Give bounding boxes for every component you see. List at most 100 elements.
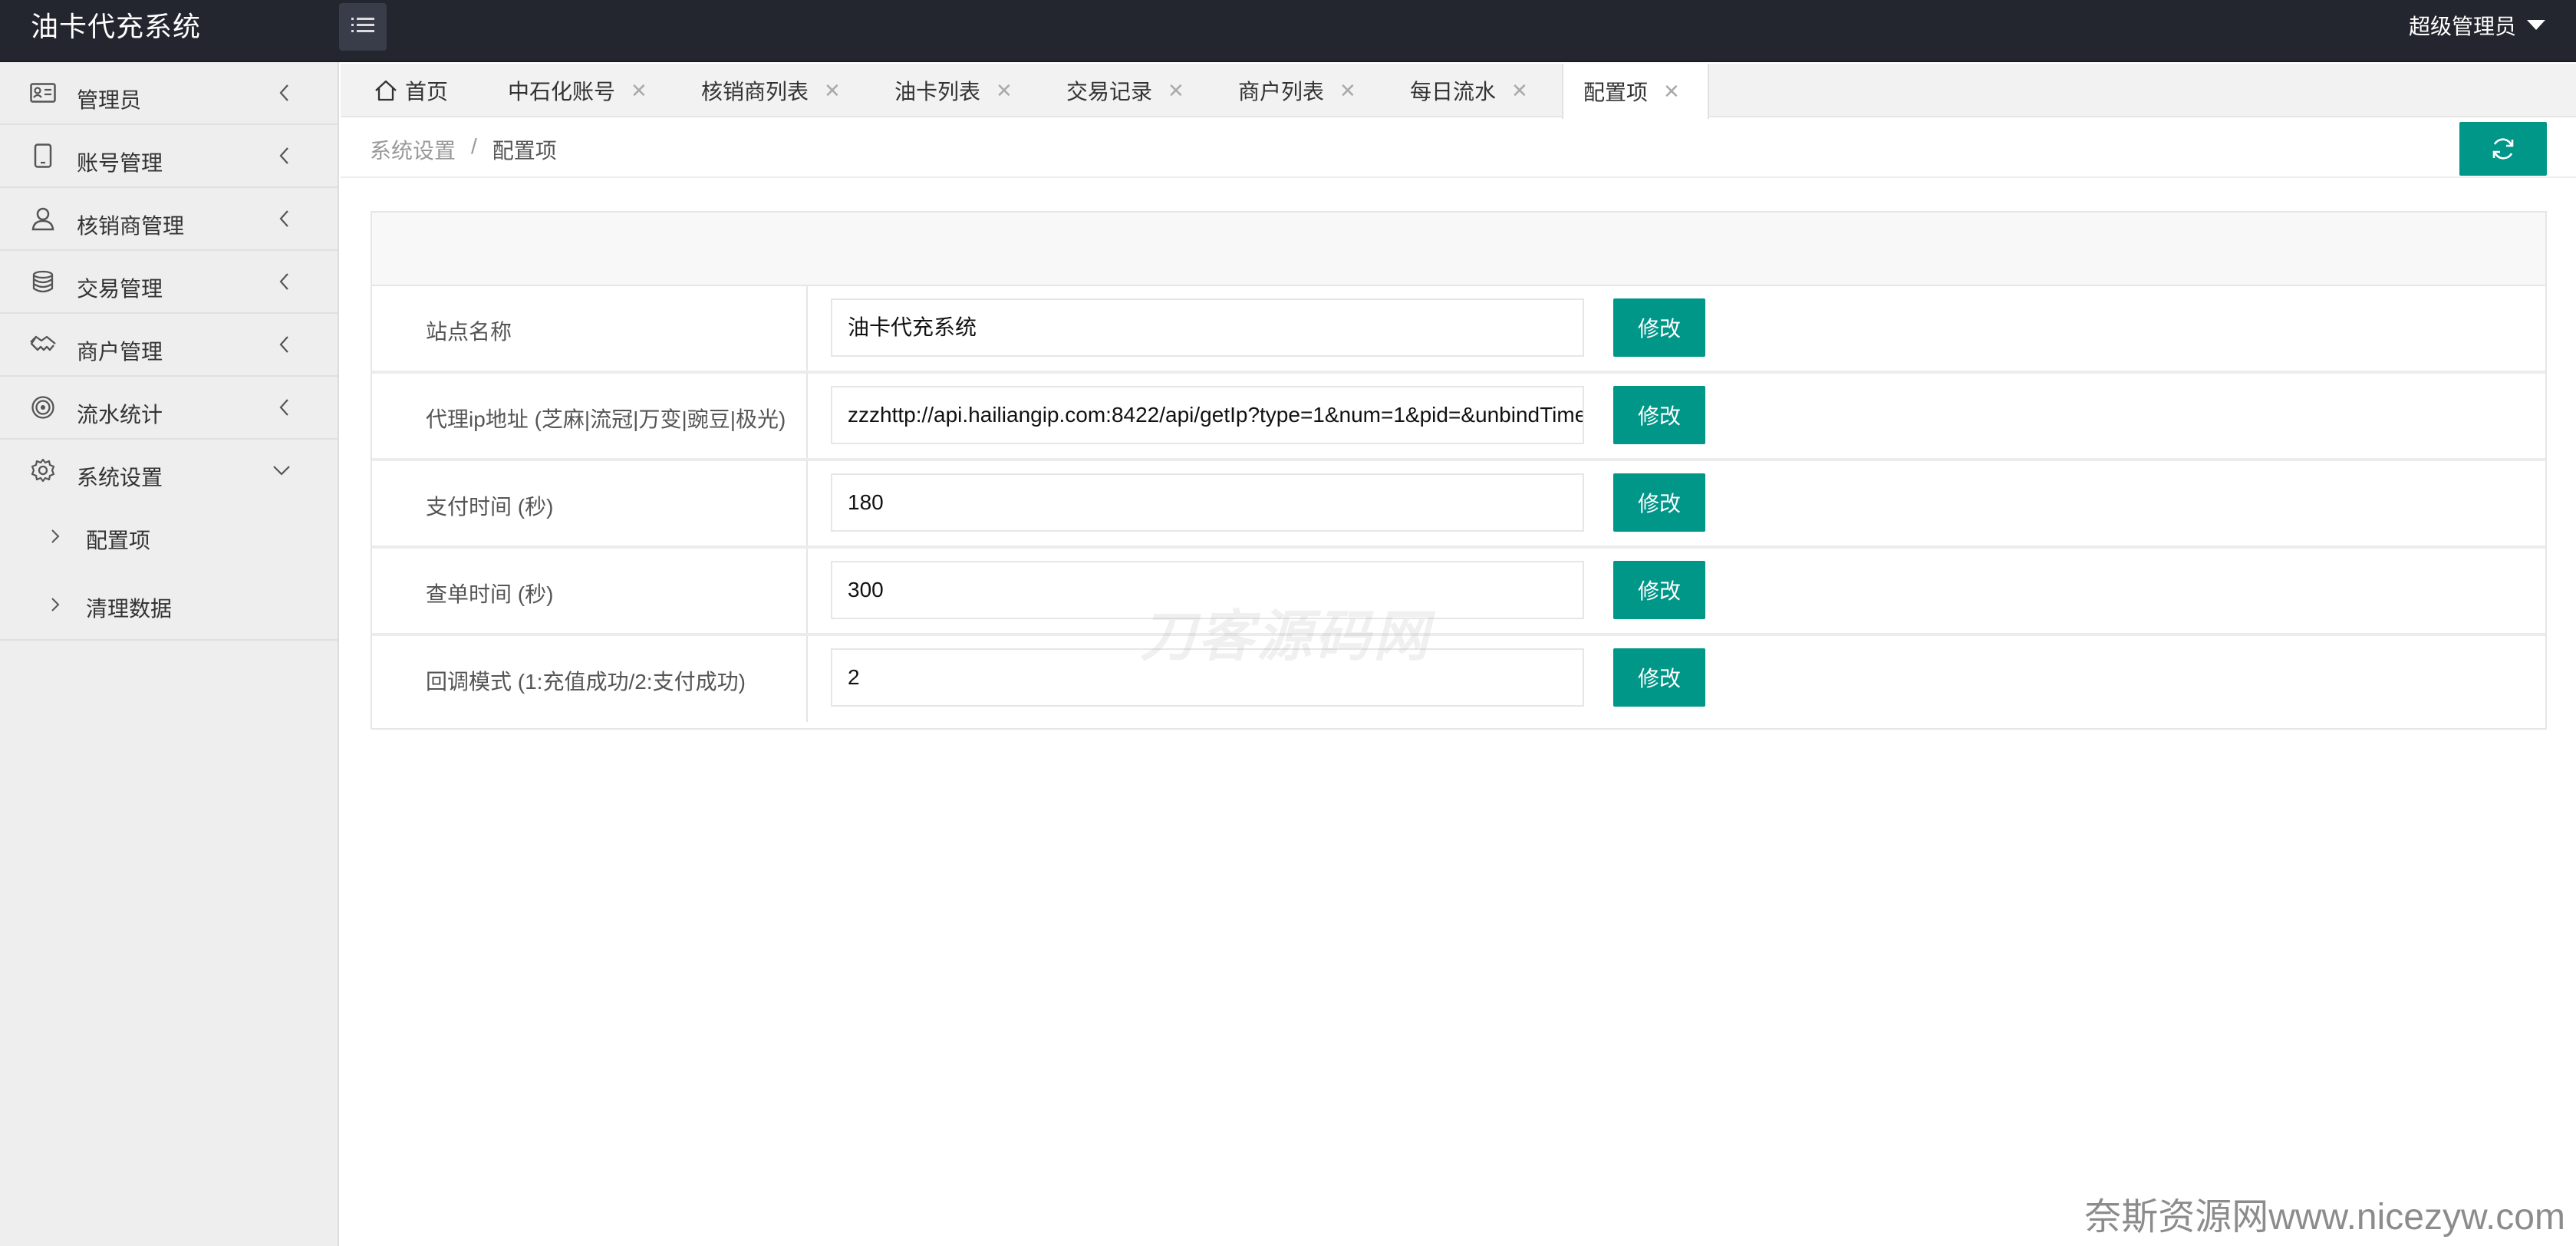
tab-label: 交易记录	[1066, 80, 1153, 104]
sidebar-item-accounts[interactable]: 账号管理	[0, 125, 338, 188]
edit-button[interactable]: 修改	[1613, 648, 1705, 707]
close-icon[interactable]: ✕	[996, 79, 1013, 103]
table-header	[372, 213, 2545, 286]
breadcrumb-separator: /	[471, 134, 477, 158]
chevron-left-icon	[275, 331, 293, 358]
sidebar-item-merchants[interactable]: 商户管理	[0, 314, 338, 377]
breadcrumb-parent[interactable]: 系统设置	[370, 134, 456, 165]
menu-toggle-button[interactable]	[339, 3, 387, 51]
label-cell: 代理ip地址 (芝麻|流冠|万变|豌豆|极光)	[372, 374, 808, 458]
edit-button[interactable]: 修改	[1613, 561, 1705, 619]
top-header: 油卡代充系统 超级管理员	[0, 0, 2576, 62]
sidebar-item-admin[interactable]: 管理员	[0, 62, 338, 125]
close-icon[interactable]: ✕	[631, 79, 647, 103]
watermark-center: 刀客源码网	[1140, 606, 1432, 668]
table-row: 查单时间 (秒) 300 修改	[372, 549, 2545, 636]
home-icon	[374, 80, 397, 101]
chevron-left-icon	[275, 79, 293, 107]
sidebar: 管理员 账号管理 核销商管理 交易管理 商户管理 流水统计 系统设置 配置项 清…	[0, 62, 339, 1246]
list-icon	[351, 16, 374, 38]
handshake-icon	[29, 331, 57, 358]
chevron-down-icon	[270, 457, 293, 484]
chevron-left-icon	[275, 394, 293, 421]
database-icon	[29, 268, 57, 295]
sidebar-subitem-clear-data[interactable]: 清理数据	[0, 571, 338, 639]
chevron-right-icon	[48, 592, 63, 617]
tab-label: 核销商列表	[701, 80, 809, 104]
pay-time-input[interactable]: 180	[831, 473, 1584, 532]
label-cell: 回调模式 (1:充值成功/2:支付成功)	[372, 636, 808, 722]
edit-button[interactable]: 修改	[1613, 386, 1705, 444]
sidebar-item-label: 商户管理	[77, 340, 163, 364]
edit-button[interactable]: 修改	[1613, 298, 1705, 357]
sidebar-item-label: 账号管理	[77, 151, 163, 175]
target-icon	[29, 394, 57, 421]
tab-verifier-list[interactable]: 核销商列表 ✕	[701, 64, 841, 117]
close-icon[interactable]: ✕	[1663, 80, 1680, 104]
table-row: 支付时间 (秒) 180 修改	[372, 461, 2545, 549]
app-title: 油卡代充系统	[31, 11, 202, 42]
sidebar-item-label: 系统设置	[77, 466, 163, 490]
tab-transaction-records[interactable]: 交易记录 ✕	[1066, 64, 1184, 117]
tab-label: 配置项	[1583, 81, 1649, 104]
tab-label: 商户列表	[1238, 80, 1325, 104]
close-icon[interactable]: ✕	[1511, 79, 1528, 103]
chevron-right-icon	[48, 524, 63, 549]
edit-button[interactable]: 修改	[1613, 473, 1705, 532]
chevron-left-icon	[275, 268, 293, 295]
sidebar-item-transactions[interactable]: 交易管理	[0, 251, 338, 314]
tab-label: 油卡列表	[894, 80, 981, 104]
row-label: 回调模式 (1:充值成功/2:支付成功)	[426, 670, 746, 694]
label-cell: 站点名称	[372, 286, 808, 371]
sidebar-item-label: 交易管理	[77, 277, 163, 301]
table-row: 站点名称 油卡代充系统 修改	[372, 286, 2545, 374]
tab-merchant-list[interactable]: 商户列表 ✕	[1238, 64, 1356, 117]
chevron-left-icon	[275, 142, 293, 170]
close-icon[interactable]: ✕	[824, 79, 841, 103]
table-row: 代理ip地址 (芝麻|流冠|万变|豌豆|极光) zzzhttp://api.ha…	[372, 374, 2545, 461]
config-table: 站点名称 油卡代充系统 修改 代理ip地址 (芝麻|流冠|万变|豌豆|极光) z…	[371, 211, 2547, 730]
refresh-button[interactable]	[2459, 122, 2547, 176]
row-label: 查单时间 (秒)	[426, 582, 554, 606]
admin-card-icon	[29, 79, 57, 107]
watermark-corner: 奈斯资源网www.nicezyw.com	[2084, 1197, 2565, 1238]
proxy-ip-input[interactable]: zzzhttp://api.hailiangip.com:8422/api/ge…	[831, 386, 1584, 444]
tab-bar: 首页 中石化账号 ✕ 核销商列表 ✕ 油卡列表 ✕ 交易记录 ✕ 商户列表 ✕ …	[341, 64, 2576, 119]
label-cell: 支付时间 (秒)	[372, 461, 808, 546]
label-cell: 查单时间 (秒)	[372, 549, 808, 633]
caret-down-icon	[2527, 19, 2545, 30]
sidebar-subgroup: 配置项 清理数据	[0, 503, 338, 641]
row-label: 站点名称	[426, 320, 512, 344]
tab-label: 每日流水	[1410, 80, 1497, 104]
tab-daily-flow[interactable]: 每日流水 ✕	[1410, 64, 1528, 117]
tab-oil-card-list[interactable]: 油卡列表 ✕	[894, 64, 1013, 117]
sidebar-subitem-label: 配置项	[86, 529, 151, 552]
row-label: 支付时间 (秒)	[426, 495, 554, 519]
refresh-icon	[2490, 136, 2516, 162]
sidebar-subitem-label: 清理数据	[86, 597, 173, 621]
site-name-input[interactable]: 油卡代充系统	[831, 298, 1584, 357]
tab-label: 首页	[405, 80, 449, 104]
user-icon	[29, 205, 57, 232]
close-icon[interactable]: ✕	[1339, 79, 1356, 103]
sidebar-subitem-config[interactable]: 配置项	[0, 503, 338, 571]
sidebar-item-system-settings[interactable]: 系统设置	[0, 440, 338, 503]
breadcrumb-current: 配置项	[492, 139, 557, 163]
sidebar-item-merchants-verify[interactable]: 核销商管理	[0, 188, 338, 251]
table-row: 回调模式 (1:充值成功/2:支付成功) 2 修改	[372, 636, 2545, 722]
tab-label: 中石化账号	[508, 80, 616, 104]
sidebar-item-label: 核销商管理	[77, 214, 185, 238]
sidebar-item-label: 流水统计	[77, 403, 163, 427]
breadcrumb-bar: 系统设置 / 配置项	[341, 117, 2576, 178]
tab-sinopec-accounts[interactable]: 中石化账号 ✕	[508, 64, 647, 117]
gear-icon	[29, 457, 57, 484]
sidebar-item-statistics[interactable]: 流水统计	[0, 377, 338, 440]
sidebar-item-label: 管理员	[77, 88, 142, 112]
tab-home[interactable]: 首页	[374, 64, 448, 117]
breadcrumb: 系统设置 / 配置项	[370, 134, 557, 165]
close-icon[interactable]: ✕	[1168, 79, 1184, 103]
chevron-left-icon	[275, 205, 293, 232]
user-menu[interactable]: 超级管理员	[2409, 0, 2545, 54]
row-label: 代理ip地址 (芝麻|流冠|万变|豌豆|极光)	[426, 407, 786, 431]
tab-config[interactable]: 配置项 ✕	[1562, 64, 1709, 119]
